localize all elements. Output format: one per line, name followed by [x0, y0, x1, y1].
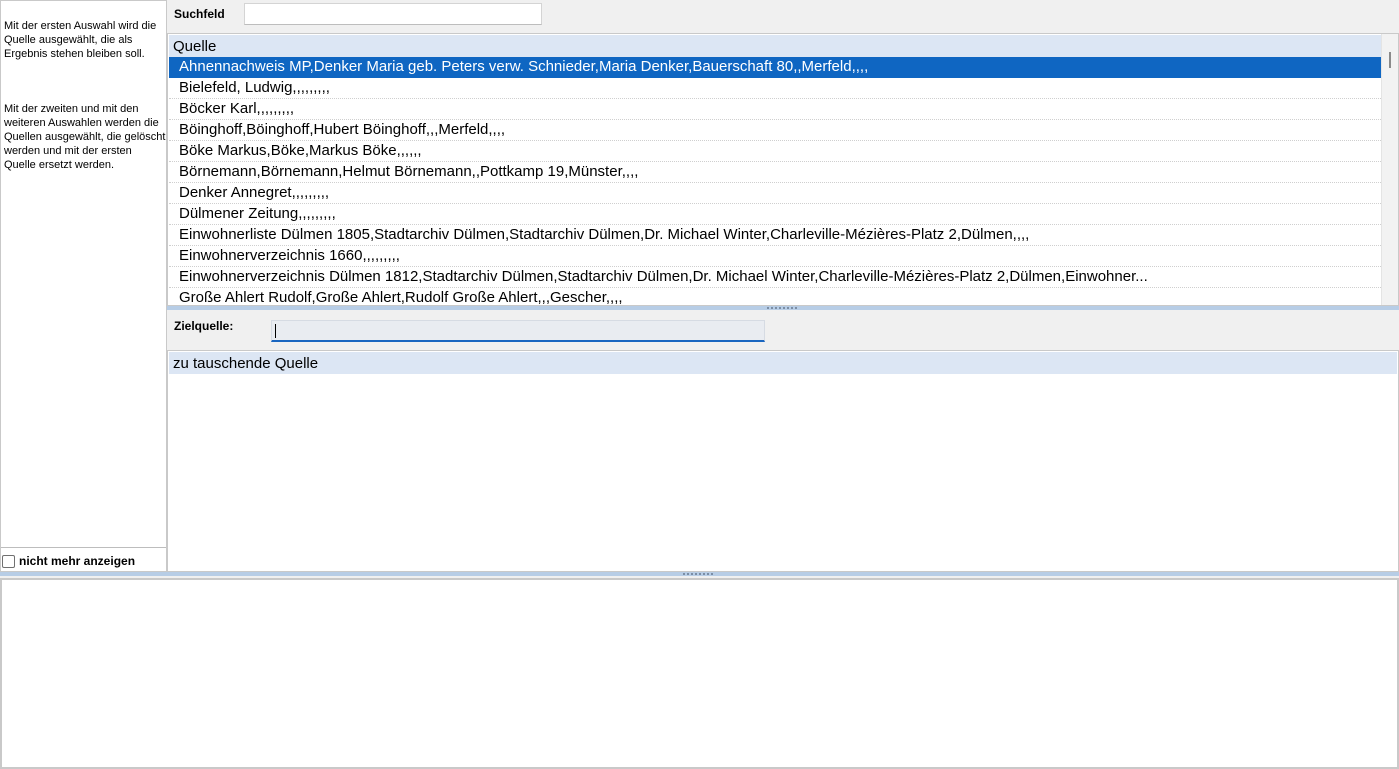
- checkbox-box[interactable]: [2, 554, 15, 568]
- splitter-bottom[interactable]: [0, 572, 1399, 576]
- target-source-input[interactable]: [271, 320, 765, 342]
- source-list[interactable]: Quelle Ahnennachweis MP,Denker Maria geb…: [167, 33, 1399, 306]
- search-input[interactable]: [244, 3, 542, 25]
- help-text-secondary: Mit der zweiten und mit den weiteren Aus…: [4, 103, 166, 171]
- help-panel: Mit der ersten Auswahl wird die Quelle a…: [0, 0, 167, 572]
- target-source-label: Zielquelle:: [174, 319, 234, 333]
- swap-source-column-title: zu tauschende Quelle: [173, 355, 319, 372]
- source-list-header[interactable]: Quelle: [169, 35, 1381, 57]
- list-item[interactable]: Einwohnerliste Dülmen 1805,Stadtarchiv D…: [169, 225, 1381, 246]
- list-item[interactable]: Bielefeld, Ludwig,,,,,,,,,: [169, 78, 1381, 99]
- merge-sources-window: Mit der ersten Auswahl wird die Quelle a…: [0, 0, 1399, 769]
- source-column-title: Quelle: [173, 38, 217, 55]
- list-item[interactable]: Einwohnerverzeichnis 1660,,,,,,,,,: [169, 246, 1381, 267]
- list-item[interactable]: Große Ahlert Rudolf,Große Ahlert,Rudolf …: [169, 288, 1381, 305]
- source-rows: Ahnennachweis MP,Denker Maria geb. Peter…: [169, 57, 1381, 305]
- splitter-grip: [683, 573, 713, 575]
- splitter-top[interactable]: [167, 306, 1399, 310]
- list-item[interactable]: Böke Markus,Böke,Markus Böke,,,,,,: [169, 141, 1381, 162]
- list-item[interactable]: Einwohnerverzeichnis Dülmen 1812,Stadtar…: [169, 267, 1381, 288]
- swap-source-header[interactable]: zu tauschende Quelle: [169, 352, 1397, 374]
- text-caret: [275, 324, 276, 338]
- dont-show-again-label: nicht mehr anzeigen: [19, 554, 136, 568]
- source-list-scrollbar[interactable]: [1381, 34, 1398, 305]
- scroll-thumb[interactable]: [1389, 52, 1391, 68]
- help-text-primary: Mit der ersten Auswahl wird die Quelle a…: [4, 20, 157, 60]
- list-item[interactable]: Börnemann,Börnemann,Helmut Börnemann,,Po…: [169, 162, 1381, 183]
- dont-show-again-checkbox[interactable]: nicht mehr anzeigen: [1, 553, 135, 569]
- list-item[interactable]: Denker Annegret,,,,,,,,,: [169, 183, 1381, 204]
- list-item[interactable]: Böinghoff,Böinghoff,Hubert Böinghoff,,,M…: [169, 120, 1381, 141]
- list-item[interactable]: Dülmener Zeitung,,,,,,,,,: [169, 204, 1381, 225]
- help-divider: [1, 547, 166, 548]
- list-item-selected[interactable]: Ahnennachweis MP,Denker Maria geb. Peter…: [169, 57, 1381, 78]
- bottom-panel: [0, 578, 1399, 769]
- swap-source-list[interactable]: zu tauschende Quelle: [167, 350, 1399, 572]
- splitter-grip: [767, 307, 797, 309]
- list-item[interactable]: Böcker Karl,,,,,,,,,: [169, 99, 1381, 120]
- search-label: Suchfeld: [174, 7, 225, 21]
